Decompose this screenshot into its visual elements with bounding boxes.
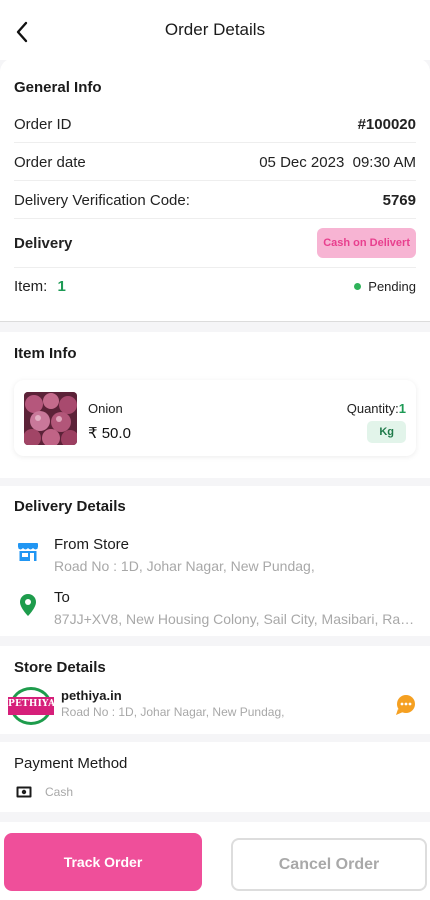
to-location: To 87JJ+XV8, New Housing Colony, Sail Ci… — [14, 589, 416, 629]
from-store-location: From Store Road No : 1D, Johar Nagar, Ne… — [14, 536, 416, 576]
unit-badge: Kg — [367, 421, 406, 443]
store-logo-text: PETHIYA — [8, 699, 56, 709]
order-date-row: Order date 05 Dec 2023 09:30 AM — [14, 154, 416, 181]
from-store-label: From Store — [54, 536, 130, 553]
item-price: ₹ 50.0 — [88, 425, 131, 442]
item-count: Item: 1 — [14, 278, 66, 295]
store-details-title: Store Details — [14, 659, 106, 676]
verification-code-row: Delivery Verification Code: 5769 — [14, 192, 416, 219]
verification-code-label: Delivery Verification Code: — [14, 192, 190, 209]
chat-button[interactable] — [394, 694, 416, 716]
track-order-button[interactable]: Track Order — [4, 833, 202, 891]
chat-icon — [396, 695, 415, 715]
item-name: Onion — [88, 401, 123, 416]
order-details-screen: Order Details General Info Order ID #100… — [0, 0, 430, 900]
store-details-card: Store Details PETHIYA pethiya.in Road No… — [0, 646, 430, 734]
general-info-title: General Info — [14, 79, 102, 96]
quantity-value: 1 — [398, 401, 406, 416]
payment-type-badge: Cash on Delivert — [317, 228, 416, 258]
delivery-details-title: Delivery Details — [14, 498, 126, 515]
store-logo: PETHIYA — [8, 686, 56, 726]
item-count-label: Item: — [14, 278, 48, 295]
general-info-card: General Info Order ID #100020 Order date… — [0, 58, 430, 322]
delivery-label: Delivery — [14, 234, 73, 252]
item-count-value: 1 — [57, 278, 66, 295]
to-address: 87JJ+XV8, New Housing Colony, Sail City,… — [54, 611, 416, 627]
location-pin-icon — [16, 593, 40, 617]
store-icon — [16, 540, 40, 564]
delivery-details-card: Delivery Details From Store Road No : 1D… — [0, 486, 430, 636]
page-title: Order Details — [164, 20, 266, 39]
order-id-row: Order ID #100020 — [14, 116, 416, 143]
item-card[interactable]: Onion ₹ 50.0 Quantity:1 Kg — [14, 380, 416, 456]
cash-icon — [16, 786, 32, 798]
status-dot-icon — [354, 283, 362, 290]
order-date-value: 05 Dec 2023 09:30 AM — [259, 154, 416, 171]
store-name: pethiya.in — [61, 688, 122, 703]
order-date-label: Order date — [14, 154, 86, 171]
store-address: Road No : 1D, Johar Nagar, New Pundag, — [61, 705, 285, 719]
item-image — [24, 392, 77, 445]
item-info-card: Item Info Onion ₹ 50.0 Quantity:1 Kg — [0, 332, 430, 478]
app-header: Order Details — [0, 0, 430, 60]
payment-method-title: Payment Method — [14, 755, 128, 772]
order-id-label: Order ID — [14, 116, 72, 133]
item-info-title: Item Info — [14, 345, 77, 362]
order-id-value: #100020 — [357, 116, 416, 133]
item-status-row: Item: 1 Pending — [14, 278, 416, 295]
to-label: To — [54, 589, 70, 606]
status-badge: Pending — [354, 279, 416, 294]
payment-method-card: Payment Method Cash — [0, 742, 430, 812]
from-store-address: Road No : 1D, Johar Nagar, New Pundag, — [54, 558, 315, 574]
back-arrow-icon — [16, 21, 28, 43]
quantity-label: Quantity: — [346, 401, 399, 416]
payment-method-value: Cash — [45, 785, 74, 799]
item-quantity: Quantity:1 — [347, 401, 406, 416]
verification-code-value: 5769 — [382, 192, 416, 209]
cancel-order-button[interactable]: Cancel Order — [231, 838, 427, 891]
status-text: Pending — [368, 279, 416, 294]
back-button[interactable] — [6, 16, 38, 48]
action-footer: Track Order Cancel Order — [0, 822, 430, 900]
delivery-row: Delivery Cash on Delivert — [14, 228, 416, 268]
